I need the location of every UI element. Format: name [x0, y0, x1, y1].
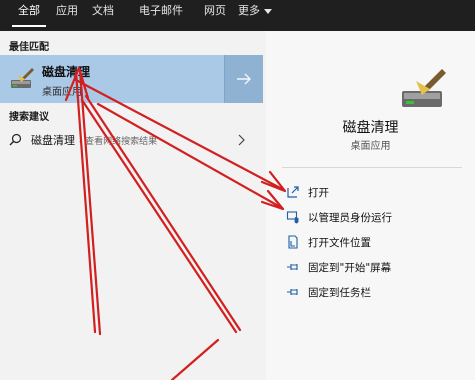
action-run-as-admin-label: 以管理员身份运行 [308, 212, 392, 224]
tab-web[interactable]: 网页 [201, 0, 229, 29]
arrow-right-icon [237, 73, 251, 85]
action-pin-to-start[interactable]: 固定到"开始"屏幕 [286, 258, 466, 278]
action-pin-to-taskbar[interactable]: 固定到任务栏 [286, 283, 466, 303]
suggestion-text: 磁盘清理 [31, 134, 75, 147]
disk-cleanup-icon [11, 68, 34, 88]
disk-cleanup-large-icon [402, 69, 446, 107]
detail-panel: 磁盘清理 桌面应用 打开 以管理员身份运行 打开文件位置 固定到"开始"屏幕 固… [266, 31, 475, 380]
tab-all[interactable]: 全部 [12, 0, 46, 27]
tab-more[interactable]: 更多 [238, 0, 274, 29]
best-match-heading: 最佳匹配 [9, 42, 49, 53]
search-icon [9, 133, 22, 146]
detail-app-subtitle: 桌面应用 [350, 141, 391, 152]
chevron-right-icon [238, 134, 245, 146]
action-open-label: 打开 [308, 187, 329, 199]
tab-email[interactable]: 电子邮件 [131, 0, 191, 29]
shield-icon [286, 211, 299, 224]
tab-more-label: 更多 [238, 4, 260, 17]
best-match-title: 磁盘清理 [42, 65, 91, 79]
tab-documents[interactable]: 文档 [89, 0, 117, 29]
best-match-item[interactable]: 磁盘清理 桌面应用 [0, 55, 263, 103]
suggestion-hint: - 查看网络搜索结果 [79, 137, 158, 147]
pin-icon [287, 289, 298, 295]
chevron-down-icon [264, 8, 272, 14]
file-location-icon [288, 235, 298, 249]
best-match-subtitle: 桌面应用 [42, 87, 82, 98]
open-icon [287, 186, 299, 198]
action-open-file-location-label: 打开文件位置 [308, 237, 371, 249]
action-pin-to-taskbar-label: 固定到任务栏 [308, 287, 371, 299]
tab-apps[interactable]: 应用 [53, 0, 81, 29]
search-suggestions-heading: 搜索建议 [9, 112, 49, 123]
results-panel: 最佳匹配 磁盘清理 桌面应用 搜索建议 磁盘清理 - 查看网络搜索结果 [0, 31, 266, 380]
divider [282, 167, 462, 168]
pin-icon [287, 264, 298, 270]
action-pin-to-start-label: 固定到"开始"屏幕 [308, 262, 392, 274]
detail-app-title: 磁盘清理 [342, 120, 399, 136]
search-suggestion-item[interactable]: 磁盘清理 - 查看网络搜索结果 [0, 127, 262, 153]
search-filter-tabs: 全部 应用 文档 电子邮件 网页 更多 [0, 0, 475, 31]
action-run-as-admin[interactable]: 以管理员身份运行 [286, 208, 466, 228]
action-open-file-location[interactable]: 打开文件位置 [286, 233, 466, 253]
search-suggestion-label: 磁盘清理 - 查看网络搜索结果 [31, 132, 157, 148]
action-open[interactable]: 打开 [286, 183, 466, 203]
expand-details-button[interactable] [224, 55, 263, 103]
